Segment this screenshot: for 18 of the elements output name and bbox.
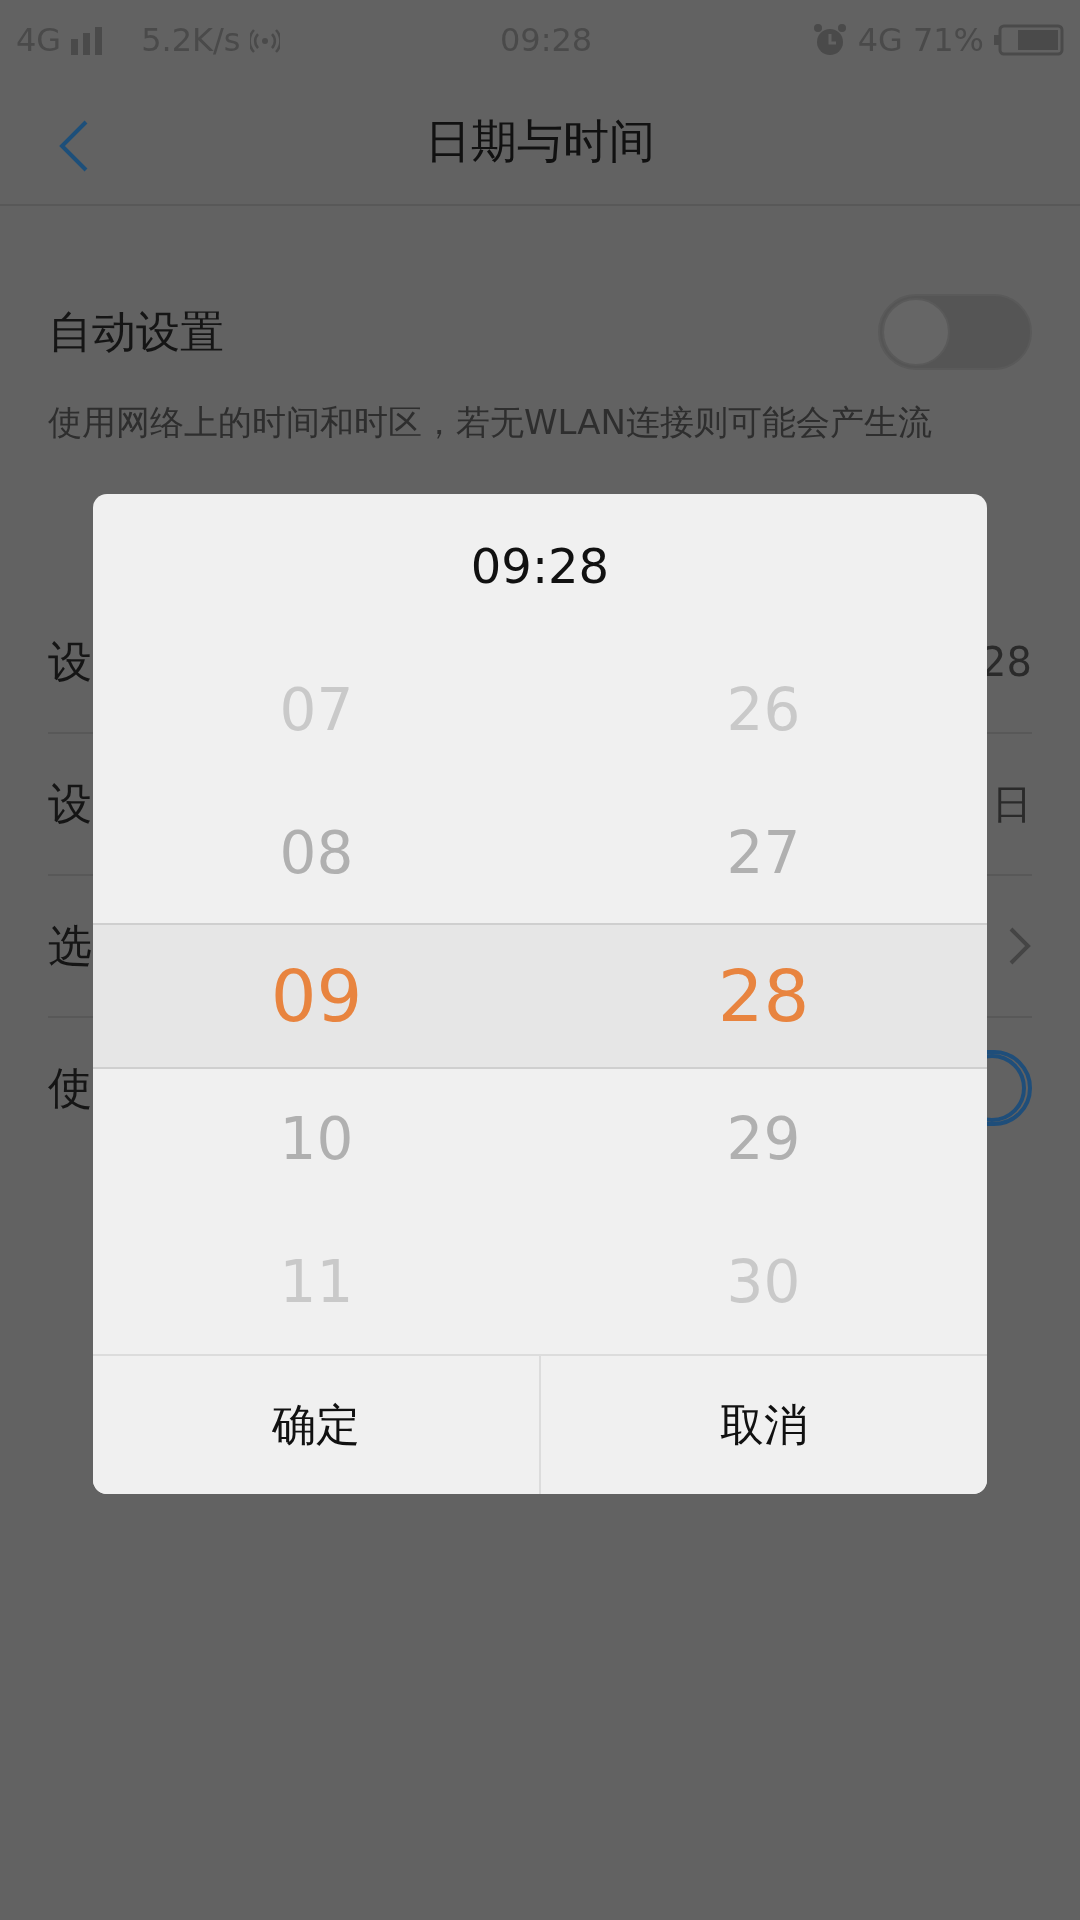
alarm-clock-icon [811,22,848,58]
picker-number[interactable]: 29 [726,1104,801,1173]
setting-label: 使 [48,1060,92,1115]
picker-number[interactable]: 09 [270,953,363,1038]
page-title: 日期与时间 [425,113,655,170]
dialog-button[interactable]: 取消 [539,1356,987,1494]
picker-number[interactable]: 10 [279,1104,354,1173]
dialog-title: 09:28 [470,538,610,594]
setting-label: 选 [48,918,92,973]
picker-number[interactable]: 28 [717,953,810,1038]
battery-icon [994,24,1064,56]
picker-number[interactable]: 27 [726,818,801,887]
picker-number[interactable]: 08 [279,818,354,887]
setting-value: 日 [992,779,1032,829]
chevron-right-icon [1008,926,1032,966]
setting-label: 自动设置 [48,304,224,359]
setting-label: 设 [48,634,92,689]
setting-label: 设 [48,776,92,831]
